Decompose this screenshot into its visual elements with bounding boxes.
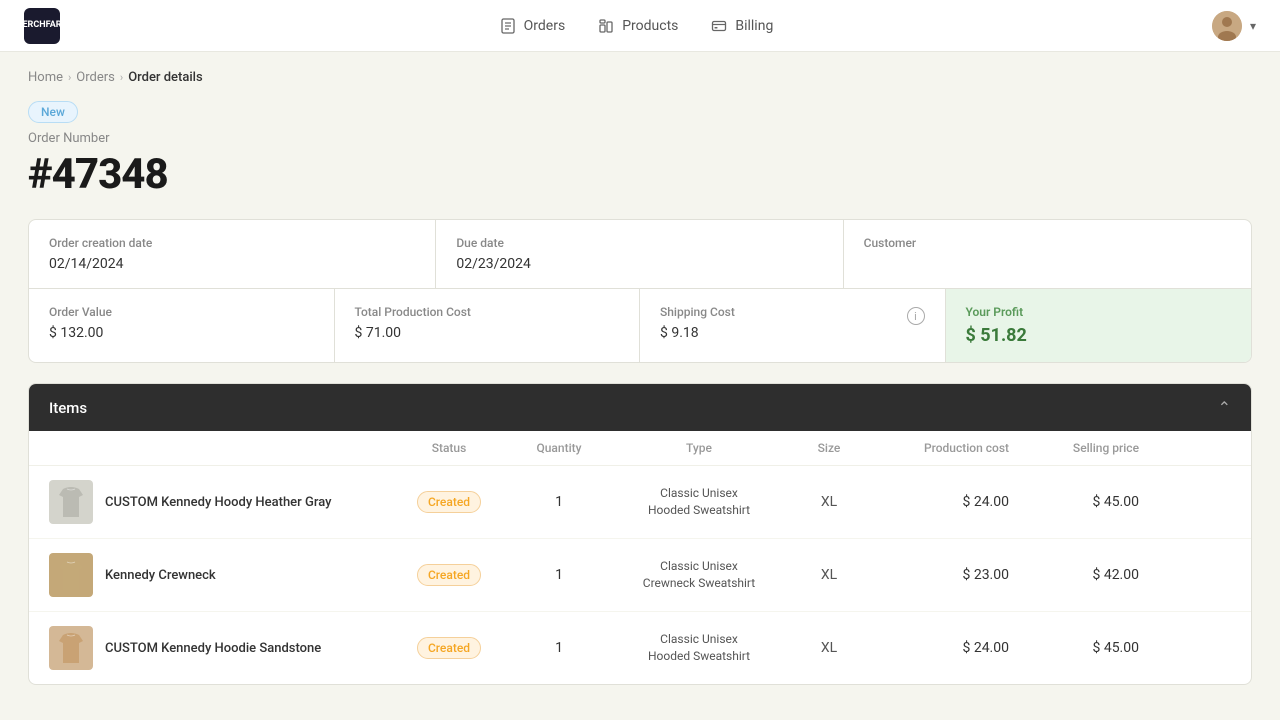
col-header-quantity: Quantity	[509, 441, 609, 455]
items-section: Items ⌃ Status Quantity Type Size Produc…	[28, 383, 1252, 685]
order-status-badge: New	[28, 101, 78, 123]
billing-icon	[710, 17, 728, 35]
due-date-card: Due date 02/23/2024	[436, 220, 843, 288]
table-row: Kennedy Crewneck Created 1 Classic Unise…	[29, 539, 1251, 612]
profit-card: Your Profit $ 51.82	[946, 289, 1252, 362]
product-quantity-1: 1	[509, 567, 609, 583]
creation-date-label: Order creation date	[49, 236, 415, 250]
creation-date-value: 02/14/2024	[49, 256, 415, 272]
shipping-info-icon[interactable]: i	[907, 307, 925, 325]
product-price-0: $ 45.00	[1009, 494, 1139, 510]
production-cost-card: Total Production Cost $ 71.00	[335, 289, 641, 362]
orders-icon	[499, 17, 517, 35]
order-creation-date-card: Order creation date 02/14/2024	[29, 220, 436, 288]
shipping-cost-text: Shipping Cost $ 9.18	[660, 305, 735, 341]
billing-label: Billing	[735, 18, 773, 34]
logo[interactable]: MERCHFARM	[24, 8, 60, 44]
product-price-2: $ 45.00	[1009, 640, 1139, 656]
header-user[interactable]: ▾	[1212, 11, 1256, 41]
product-name-2: CUSTOM Kennedy Hoodie Sandstone	[105, 641, 321, 656]
product-status-1: Created	[389, 564, 509, 586]
product-type-0: Classic UnisexHooded Sweatshirt	[609, 485, 789, 519]
product-thumbnail-0	[49, 480, 93, 524]
customer-card: Customer	[844, 220, 1251, 288]
products-label: Products	[622, 18, 678, 34]
order-number: #47348	[28, 150, 1252, 199]
product-cell-2: CUSTOM Kennedy Hoodie Sandstone	[49, 626, 389, 670]
main-nav: Orders Products Billing	[499, 17, 774, 35]
product-status-0: Created	[389, 491, 509, 513]
profit-value: $ 51.82	[966, 325, 1232, 346]
table-body: CUSTOM Kennedy Hoody Heather Gray Create…	[29, 466, 1251, 684]
items-toggle-button[interactable]: ⌃	[1218, 398, 1231, 417]
order-value-label: Order Value	[49, 305, 314, 319]
status-badge-2: Created	[417, 637, 481, 659]
product-size-2: XL	[789, 640, 869, 656]
items-header: Items ⌃	[29, 384, 1251, 431]
order-value-value: $ 132.00	[49, 325, 314, 341]
user-menu-chevron[interactable]: ▾	[1250, 19, 1256, 33]
col-header-status: Status	[389, 441, 509, 455]
nav-orders[interactable]: Orders	[499, 17, 566, 35]
main-content: New Order Number #47348 Order creation d…	[0, 91, 1280, 713]
product-cost-1: $ 23.00	[869, 567, 1009, 583]
product-type-2: Classic UnisexHooded Sweatshirt	[609, 631, 789, 665]
col-header-production-cost: Production cost	[869, 441, 1009, 455]
col-header-size: Size	[789, 441, 869, 455]
breadcrumb-home[interactable]: Home	[28, 70, 63, 85]
shipping-cost-card: Shipping Cost $ 9.18 i	[640, 289, 946, 362]
customer-label: Customer	[864, 236, 1231, 250]
product-type-1: Classic UnisexCrewneck Sweatshirt	[609, 558, 789, 592]
col-header-product	[49, 441, 389, 455]
product-quantity-0: 1	[509, 494, 609, 510]
col-header-type: Type	[609, 441, 789, 455]
status-badge-0: Created	[417, 491, 481, 513]
product-cell-0: CUSTOM Kennedy Hoody Heather Gray	[49, 480, 389, 524]
table-row: CUSTOM Kennedy Hoodie Sandstone Created …	[29, 612, 1251, 684]
header: MERCHFARM Orders Prod	[0, 0, 1280, 52]
breadcrumb: Home › Orders › Order details	[0, 52, 1280, 91]
order-number-label: Order Number	[28, 131, 1252, 146]
product-quantity-2: 1	[509, 640, 609, 656]
product-thumbnail-1	[49, 553, 93, 597]
logo-box: MERCHFARM	[24, 8, 60, 44]
product-cost-2: $ 24.00	[869, 640, 1009, 656]
products-icon	[597, 17, 615, 35]
table-row: CUSTOM Kennedy Hoody Heather Gray Create…	[29, 466, 1251, 539]
breadcrumb-orders[interactable]: Orders	[76, 70, 115, 85]
order-value-card: Order Value $ 132.00	[29, 289, 335, 362]
product-status-2: Created	[389, 637, 509, 659]
production-cost-value: $ 71.00	[355, 325, 620, 341]
shipping-cost-inner: Shipping Cost $ 9.18 i	[660, 305, 925, 341]
nav-products[interactable]: Products	[597, 17, 678, 35]
items-title: Items	[49, 399, 87, 417]
status-badge-1: Created	[417, 564, 481, 586]
profit-label: Your Profit	[966, 305, 1232, 319]
orders-label: Orders	[524, 18, 566, 34]
shipping-cost-value: $ 9.18	[660, 325, 735, 341]
table-header: Status Quantity Type Size Production cos…	[29, 431, 1251, 466]
nav-billing[interactable]: Billing	[710, 17, 773, 35]
info-cards-bottom-row: Order Value $ 132.00 Total Production Co…	[29, 289, 1251, 362]
breadcrumb-sep-2: ›	[120, 71, 123, 84]
shipping-cost-label: Shipping Cost	[660, 305, 735, 319]
info-cards-top-row: Order creation date 02/14/2024 Due date …	[29, 220, 1251, 289]
product-cost-0: $ 24.00	[869, 494, 1009, 510]
info-cards-container: Order creation date 02/14/2024 Due date …	[28, 219, 1252, 363]
product-size-1: XL	[789, 567, 869, 583]
product-name-1: Kennedy Crewneck	[105, 568, 216, 583]
col-header-selling-price: Selling price	[1009, 441, 1139, 455]
product-cell-1: Kennedy Crewneck	[49, 553, 389, 597]
product-name-0: CUSTOM Kennedy Hoody Heather Gray	[105, 495, 331, 510]
due-date-label: Due date	[456, 236, 822, 250]
avatar	[1212, 11, 1242, 41]
product-size-0: XL	[789, 494, 869, 510]
due-date-value: 02/23/2024	[456, 256, 822, 272]
production-cost-label: Total Production Cost	[355, 305, 620, 319]
breadcrumb-current: Order details	[128, 70, 203, 85]
breadcrumb-sep-1: ›	[68, 71, 71, 84]
product-price-1: $ 42.00	[1009, 567, 1139, 583]
product-thumbnail-2	[49, 626, 93, 670]
